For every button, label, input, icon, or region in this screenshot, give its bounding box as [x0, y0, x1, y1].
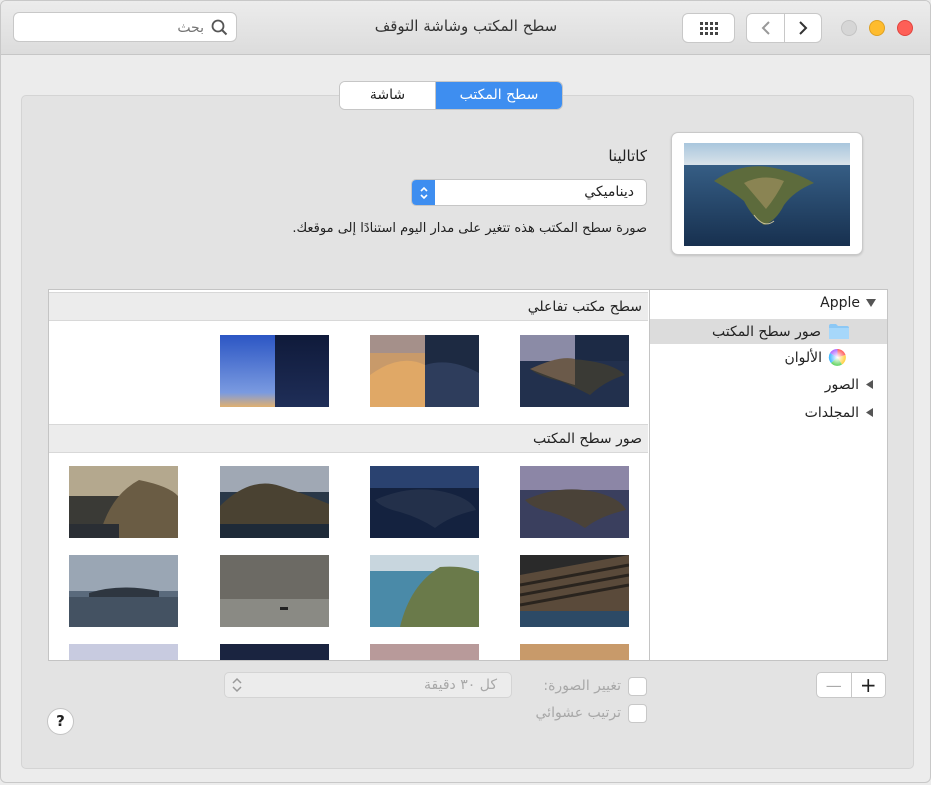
wallpaper-name: كاتالينا	[608, 147, 647, 165]
wallpaper-thumb[interactable]	[69, 555, 178, 627]
change-picture-checkbox[interactable]	[628, 677, 647, 696]
help-button[interactable]: ?	[47, 708, 74, 735]
tab-bar: شاشة التوقف سطح المكتب	[339, 81, 563, 110]
change-interval-value: كل ٣٠ دقيقة	[424, 677, 497, 693]
close-button[interactable]	[897, 20, 913, 36]
sidebar-group-apple[interactable]: Apple	[650, 290, 887, 315]
wallpaper-thumb-catalina-dynamic[interactable]	[520, 335, 629, 407]
catalina-coast-image	[370, 555, 479, 627]
wallpaper-browser: Apple صور سطح المكتب الألوان الصور المجل…	[48, 289, 888, 661]
updown-chevron-icon	[412, 180, 435, 205]
sidebar-item-desktop-pictures[interactable]: صور سطح المكتب	[650, 319, 887, 344]
current-wallpaper-preview	[671, 132, 863, 255]
wallpaper-thumb[interactable]	[520, 555, 629, 627]
updown-chevron-icon	[232, 677, 242, 693]
catalina-storm-image	[220, 555, 329, 627]
catalina-night-image	[370, 466, 479, 538]
wallpaper-image	[220, 644, 329, 660]
preferences-window: سطح المكتب وشاشة التوقف شاشة التوقف سطح …	[0, 0, 931, 783]
wallpaper-thumb-mojave-dynamic[interactable]	[370, 335, 479, 407]
sidebar-item-photos[interactable]: الصور	[650, 372, 887, 397]
catalina-strata-image	[520, 555, 629, 627]
section-header-dynamic: سطح مكتب تفاعلي	[49, 292, 648, 321]
wallpaper-thumb[interactable]	[220, 466, 329, 538]
search-field[interactable]	[13, 12, 237, 42]
disclosure-triangle-icon	[866, 408, 873, 417]
catalina-cliffs-image	[220, 466, 329, 538]
sidebar-item-colors[interactable]: الألوان	[650, 345, 887, 370]
wallpaper-thumb[interactable]	[370, 644, 479, 660]
wallpaper-thumb[interactable]	[370, 466, 479, 538]
tab-screen-saver[interactable]: شاشة التوقف	[340, 82, 435, 109]
window-title: سطح المكتب وشاشة التوقف	[374, 17, 558, 35]
section-header-pictures: صور سطح المكتب	[49, 424, 648, 453]
wallpaper-thumb[interactable]	[69, 644, 178, 660]
title-bar: سطح المكتب وشاشة التوقف	[1, 1, 930, 55]
change-picture-label: تغيير الصورة:	[543, 678, 621, 694]
add-folder-button[interactable]: +	[852, 673, 886, 697]
folder-icon	[829, 324, 849, 339]
catalina-rock-image	[69, 466, 178, 538]
disclosure-triangle-icon	[866, 380, 873, 389]
appearance-mode-value: ديناميكي	[584, 184, 634, 200]
catalina-clouds-image	[69, 555, 178, 627]
wallpaper-image	[520, 644, 629, 660]
wallpaper-thumb[interactable]	[220, 644, 329, 660]
chevron-right-icon	[799, 21, 808, 35]
sidebar-item-label: صور سطح المكتب	[712, 323, 821, 340]
wallpaper-thumb[interactable]	[69, 466, 178, 538]
wallpaper-thumb[interactable]	[520, 466, 629, 538]
sidebar-item-folders[interactable]: المجلدات	[650, 400, 887, 425]
search-icon	[211, 19, 228, 36]
add-remove-control: — +	[816, 672, 886, 698]
sidebar-item-label: الألوان	[784, 349, 822, 366]
sidebar-item-label: المجلدات	[804, 404, 859, 421]
solar-gradient-image	[220, 335, 329, 407]
change-interval-select[interactable]: كل ٣٠ دقيقة	[224, 672, 512, 698]
disclosure-open-icon	[866, 298, 876, 307]
mojave-dynamic-image	[370, 335, 479, 407]
source-sidebar: Apple صور سطح المكتب الألوان الصور المجل…	[649, 290, 887, 660]
sidebar-group-label: Apple	[820, 294, 860, 311]
wallpaper-grid: سطح مكتب تفاعلي صور سطح المكتب	[49, 290, 649, 660]
back-button[interactable]	[746, 13, 785, 43]
minimize-button[interactable]	[869, 20, 885, 36]
remove-folder-button[interactable]: —	[817, 673, 852, 697]
catalina-preview-image	[684, 143, 850, 246]
wallpaper-thumb[interactable]	[220, 555, 329, 627]
wallpaper-thumb-solar-gradients[interactable]	[220, 335, 329, 407]
show-all-button[interactable]	[682, 13, 735, 43]
random-order-checkbox[interactable]	[628, 704, 647, 723]
tab-desktop[interactable]: سطح المكتب	[435, 82, 562, 109]
grid-icon	[699, 21, 718, 35]
color-wheel-icon	[828, 348, 846, 366]
catalina-dynamic-image	[520, 335, 629, 407]
appearance-mode-select[interactable]: ديناميكي	[411, 179, 647, 206]
search-input[interactable]	[22, 17, 206, 39]
wallpaper-image	[69, 644, 178, 660]
wallpaper-thumb[interactable]	[370, 555, 479, 627]
zoom-button[interactable]	[841, 20, 857, 36]
random-order-label: ترتيب عشوائي	[535, 705, 621, 721]
chevron-left-icon	[761, 21, 770, 35]
catalina-dusk-image	[520, 466, 629, 538]
wallpaper-image	[370, 644, 479, 660]
sidebar-item-label: الصور	[824, 376, 859, 393]
wallpaper-thumb[interactable]	[520, 644, 629, 660]
forward-button[interactable]	[784, 13, 822, 43]
wallpaper-description: صورة سطح المكتب هذه تتغير على مدار اليوم…	[292, 221, 647, 236]
